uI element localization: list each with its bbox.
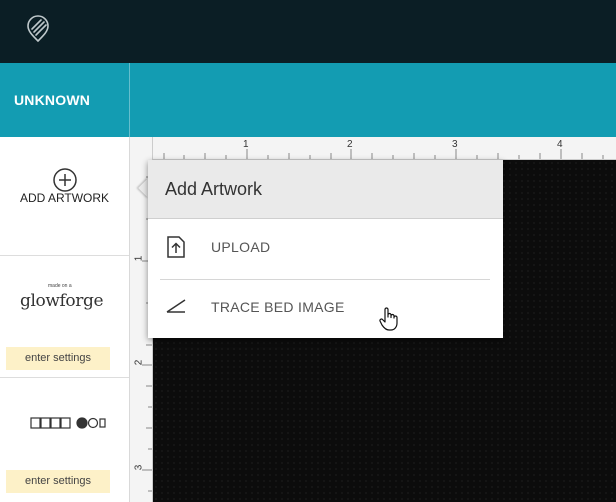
- sidebar-divider: [0, 255, 129, 256]
- glowforge-brand-logo: glowforge: [20, 291, 104, 311]
- trace-icon: [166, 299, 186, 313]
- horizontal-ruler-ticks: [163, 149, 604, 159]
- add-artwork-popup: Add Artwork UPLOAD TRACE BED IMAGE: [148, 160, 503, 338]
- enter-settings-button-1[interactable]: enter settings: [6, 347, 110, 370]
- upload-label: UPLOAD: [211, 239, 271, 255]
- enter-settings-button-2[interactable]: enter settings: [6, 470, 110, 493]
- ruler-label-left-3: 3: [133, 464, 145, 471]
- hand-cursor-icon: [379, 307, 398, 331]
- upload-icon: [167, 236, 185, 258]
- ruler-label-left-1: 1: [133, 255, 145, 262]
- ruler-label-left-2: 2: [133, 359, 145, 366]
- top-bar: [0, 0, 616, 63]
- glowforge-logo-icon[interactable]: [23, 14, 53, 44]
- sidebar-divider: [0, 377, 129, 378]
- add-artwork-button[interactable]: ADD ARTWORK: [0, 137, 129, 255]
- popup-header: Add Artwork: [148, 160, 503, 219]
- brand-tagline: made on a: [48, 283, 72, 289]
- material-thumbnail-icon[interactable]: [30, 416, 106, 430]
- horizontal-ruler: 1 2 3 4: [130, 137, 616, 160]
- menu-divider: [160, 279, 490, 280]
- add-artwork-label: ADD ARTWORK: [19, 191, 110, 205]
- ruler-label-top-3: 3: [452, 139, 458, 150]
- trace-bed-image-label: TRACE BED IMAGE: [211, 299, 345, 315]
- ruler-label-top-4: 4: [557, 139, 563, 150]
- status-bar: UNKNOWN: [0, 63, 616, 137]
- trace-bed-image-menu-item[interactable]: TRACE BED IMAGE: [148, 279, 503, 335]
- plus-circle-icon: [53, 168, 77, 192]
- popup-title: Add Artwork: [165, 179, 263, 199]
- ruler-label-top-1: 1: [243, 139, 249, 150]
- status-divider: [129, 63, 130, 137]
- upload-menu-item[interactable]: UPLOAD: [148, 219, 503, 275]
- sidebar: ADD ARTWORK made on a glowforge enter se…: [0, 137, 130, 502]
- machine-status-label: UNKNOWN: [14, 92, 91, 108]
- ruler-label-top-2: 2: [347, 139, 353, 150]
